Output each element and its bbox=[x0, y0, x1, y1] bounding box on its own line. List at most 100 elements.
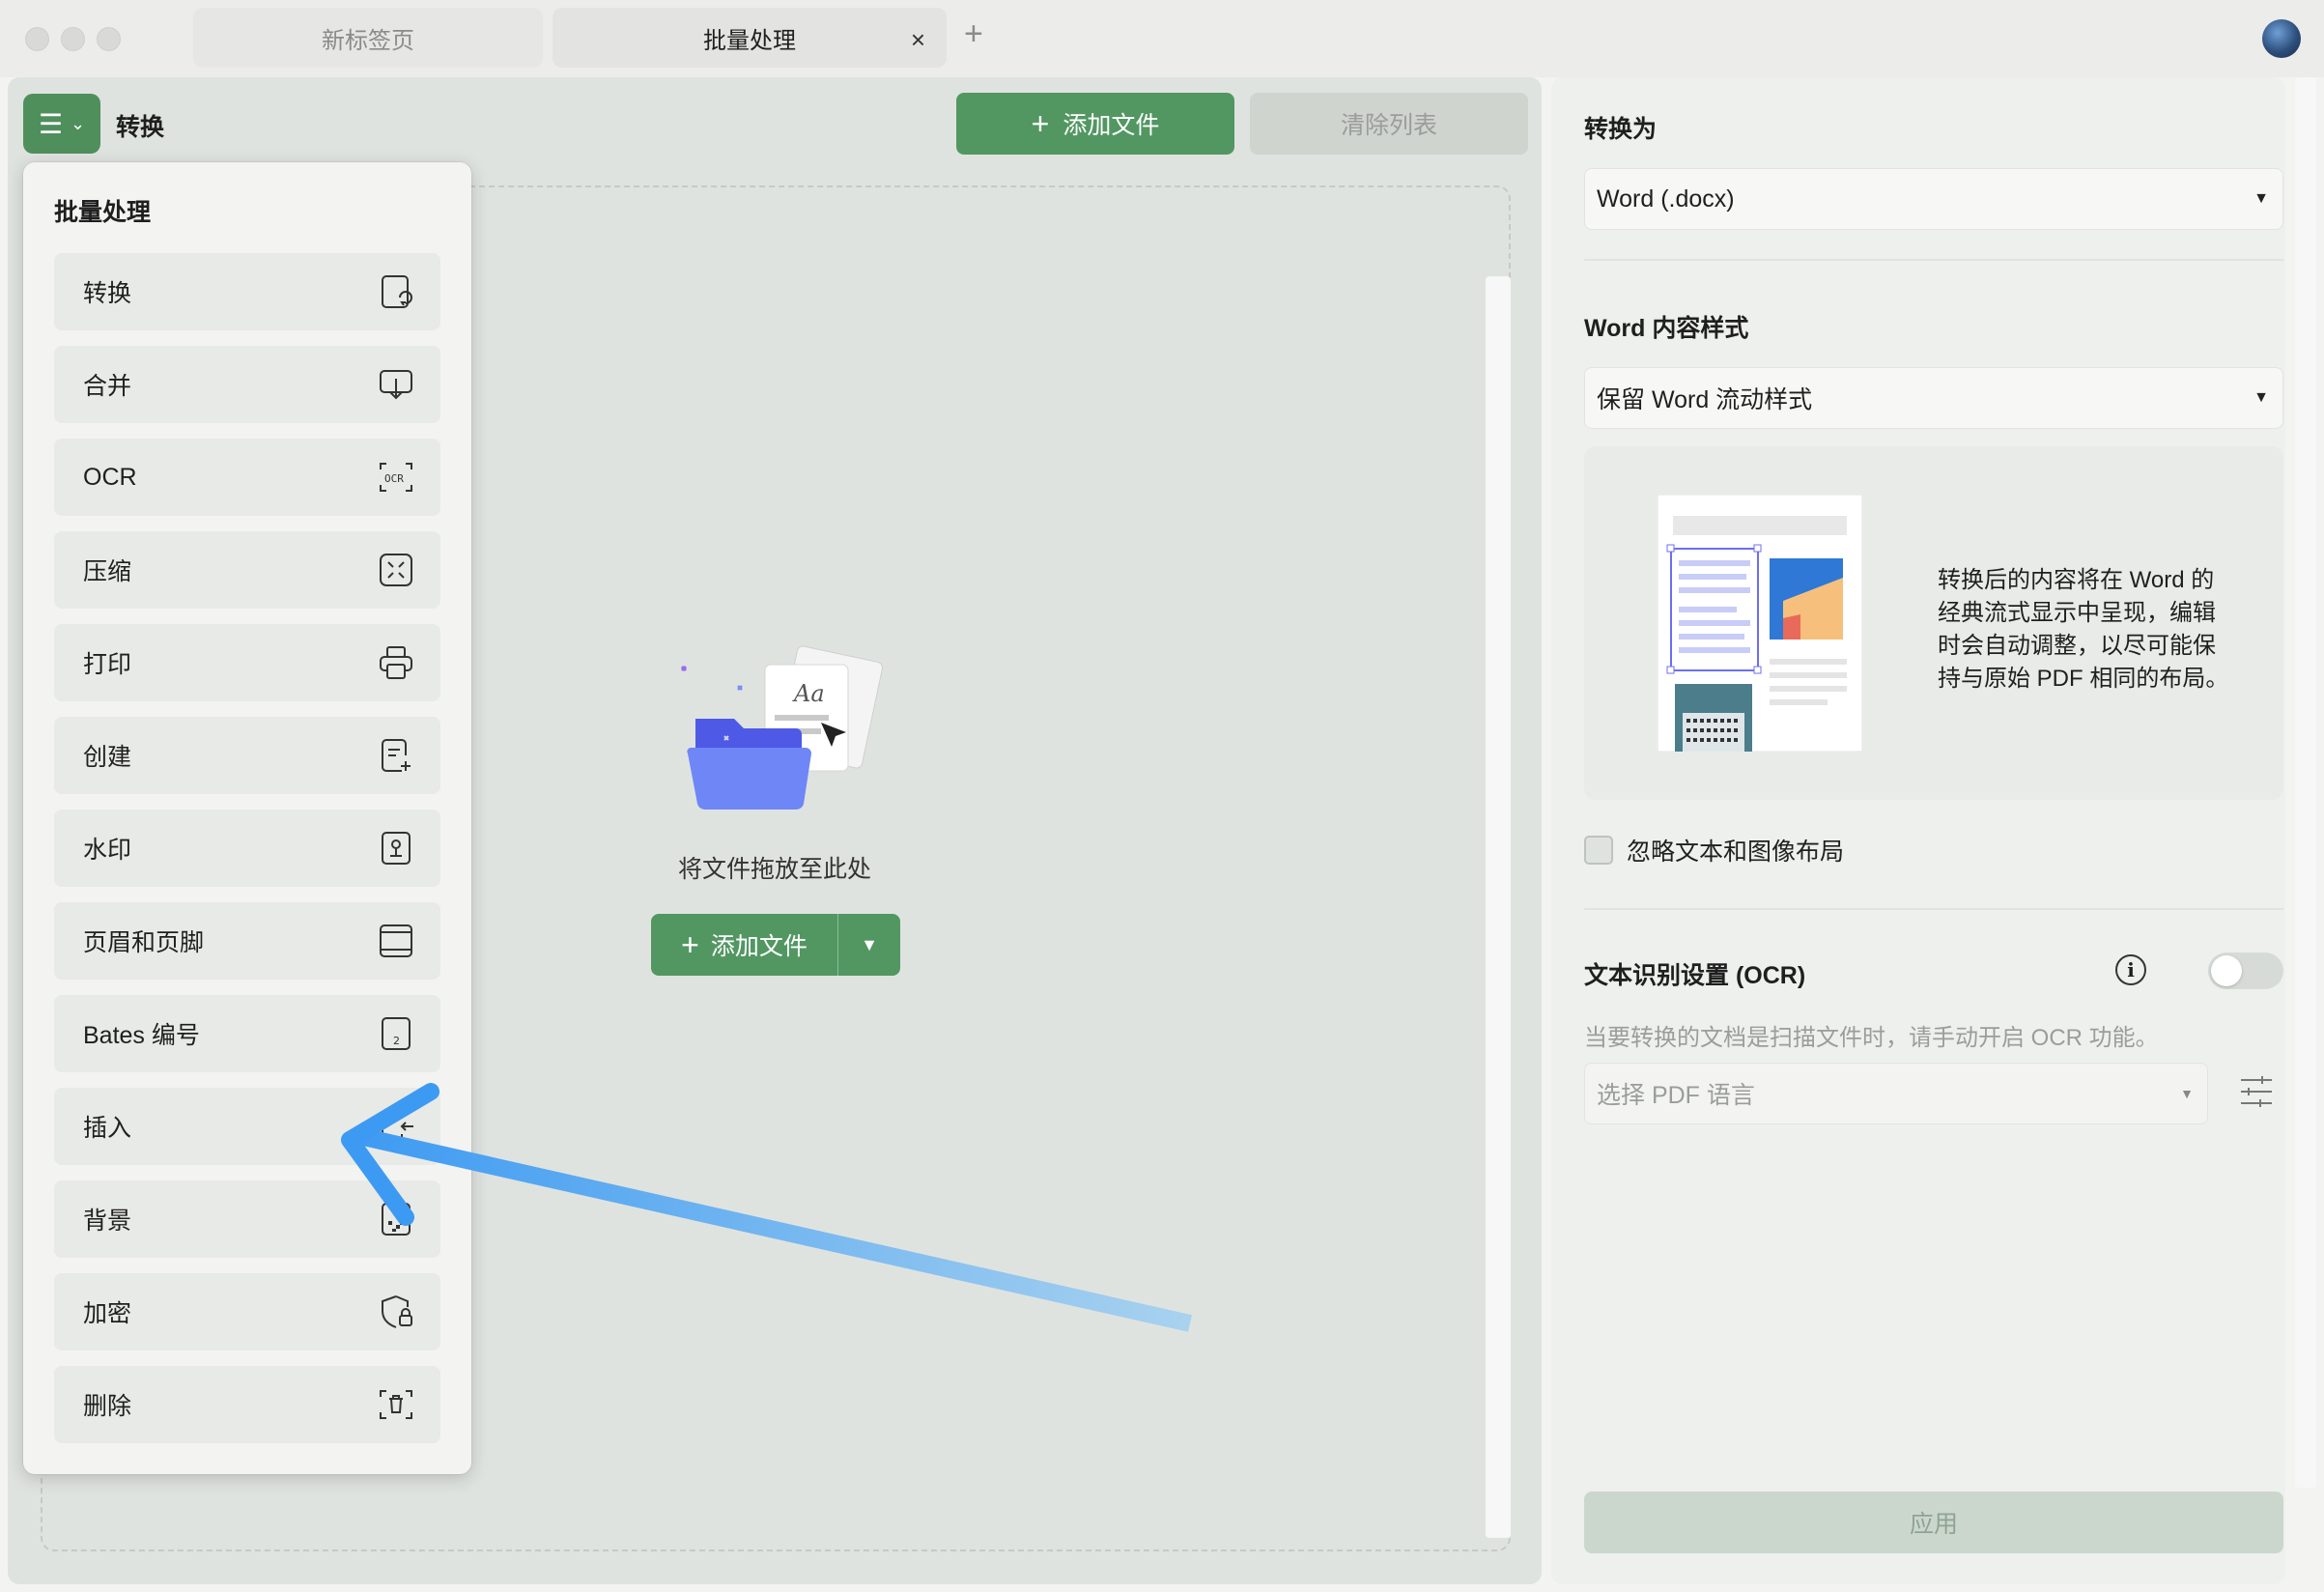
insert-icon bbox=[382, 1110, 413, 1143]
window-minimize-button[interactable] bbox=[61, 27, 85, 51]
convert-to-value: Word (.docx) bbox=[1597, 185, 1735, 213]
menu-item-create[interactable]: 创建 bbox=[54, 717, 440, 794]
menu-item-print[interactable]: 打印 bbox=[54, 624, 440, 701]
ignore-layout-option[interactable]: 忽略文本和图像布局 bbox=[1584, 833, 1844, 867]
add-file-label: 添加文件 bbox=[1063, 112, 1160, 139]
convert-to-label: 转换为 bbox=[1584, 116, 1658, 143]
tab-new-tab[interactable]: 新标签页 bbox=[193, 8, 543, 68]
menu-item-background[interactable]: 背景 bbox=[54, 1180, 440, 1258]
close-icon[interactable]: × bbox=[911, 25, 925, 55]
caret-down-icon: ▼ bbox=[2253, 389, 2269, 406]
title-bar: 新标签页 批量处理 × + bbox=[0, 0, 2324, 77]
add-file-dropdown-button[interactable]: ▼ bbox=[838, 935, 900, 955]
add-file-label: 添加文件 bbox=[710, 933, 808, 960]
ocr-settings-label: 文本识别设置 (OCR) bbox=[1584, 962, 1806, 989]
avatar[interactable] bbox=[2262, 19, 2301, 58]
layout-preview-description: 转换后的内容将在 Word 的经典流式显示中呈现，编辑时会自动调整，以尽可能保持… bbox=[1938, 567, 2229, 692]
merge-icon bbox=[380, 370, 412, 400]
add-file-main-button[interactable]: + 添加文件 bbox=[651, 914, 838, 976]
menu-heading: 批量处理 bbox=[54, 199, 152, 226]
window-close-button[interactable] bbox=[25, 27, 49, 51]
menu-item-label: 页眉和页脚 bbox=[83, 929, 205, 956]
word-style-value: 保留 Word 流动样式 bbox=[1597, 386, 1813, 413]
tab-label: 批量处理 bbox=[703, 27, 796, 54]
convert-icon bbox=[382, 275, 412, 308]
settings-panel bbox=[1551, 77, 2285, 1584]
encrypt-icon bbox=[382, 1295, 412, 1328]
menu-item-label: 插入 bbox=[83, 1115, 132, 1142]
menu-item-label: 水印 bbox=[83, 837, 132, 864]
menu-item-label: Bates 编号 bbox=[83, 1022, 200, 1049]
svg-text:Aa: Aa bbox=[792, 680, 825, 707]
menu-item-label: OCR bbox=[83, 463, 137, 491]
settings-scrollbar[interactable] bbox=[2295, 77, 2316, 1488]
caret-down-icon: ▼ bbox=[2180, 1086, 2194, 1101]
apply-button[interactable]: 应用 bbox=[1584, 1492, 2283, 1553]
menu-toggle-button[interactable]: ☰ ⌄ bbox=[23, 94, 100, 154]
menu-item-label: 压缩 bbox=[83, 558, 132, 585]
add-file-split-button[interactable]: + 添加文件 ▼ bbox=[651, 914, 900, 976]
plus-icon: + bbox=[681, 926, 699, 962]
ocr-toggle[interactable] bbox=[2208, 952, 2283, 989]
sliders-icon[interactable] bbox=[2239, 1074, 2274, 1109]
compress-icon bbox=[380, 554, 412, 586]
create-icon bbox=[382, 739, 411, 772]
menu-item-insert[interactable]: 插入 bbox=[54, 1088, 440, 1165]
toggle-knob bbox=[2211, 955, 2242, 986]
menu-item-label: 合并 bbox=[83, 373, 132, 400]
menu-item-header-footer[interactable]: 页眉和页脚 bbox=[54, 902, 440, 980]
menu-item-merge[interactable]: 合并 bbox=[54, 346, 440, 423]
pdf-language-select[interactable]: 选择 PDF 语言 ▼ bbox=[1584, 1063, 2208, 1124]
ignore-layout-label: 忽略文本和图像布局 bbox=[1627, 839, 1845, 866]
tab-label: 新标签页 bbox=[322, 27, 414, 54]
document-preview-icon bbox=[1658, 495, 1862, 752]
printer-icon bbox=[380, 646, 412, 679]
caret-down-icon: ▼ bbox=[861, 934, 878, 954]
pdf-language-placeholder: 选择 PDF 语言 bbox=[1597, 1082, 1755, 1109]
hamburger-icon: ☰ bbox=[38, 108, 63, 139]
word-style-label: Word 内容样式 bbox=[1584, 315, 1749, 342]
folder-illustration-icon: Aa bbox=[680, 645, 884, 810]
watermark-icon bbox=[382, 832, 411, 865]
header-footer-icon bbox=[380, 924, 412, 957]
page-title: 转换 bbox=[116, 114, 165, 141]
scrollbar[interactable] bbox=[1486, 276, 1511, 1538]
clear-list-button[interactable]: 清除列表 bbox=[1250, 93, 1528, 155]
batch-menu-panel: 批量处理 转换 合并 OCR OCR 压缩 打印 创建 水印 页眉和页脚 Bat… bbox=[23, 162, 471, 1474]
menu-item-watermark[interactable]: 水印 bbox=[54, 810, 440, 887]
menu-item-bates-number[interactable]: Bates 编号 2 bbox=[54, 995, 440, 1072]
divider bbox=[1584, 908, 2283, 910]
ignore-layout-checkbox[interactable] bbox=[1584, 836, 1613, 865]
menu-item-ocr[interactable]: OCR OCR bbox=[54, 439, 440, 516]
info-icon[interactable]: i bbox=[2115, 954, 2146, 985]
delete-icon bbox=[380, 1390, 412, 1419]
window-zoom-button[interactable] bbox=[97, 27, 121, 51]
bates-number-icon: 2 bbox=[382, 1017, 411, 1050]
tab-batch-processing[interactable]: 批量处理 × bbox=[553, 8, 947, 68]
menu-item-label: 加密 bbox=[83, 1300, 132, 1327]
add-tab-button[interactable]: + bbox=[964, 17, 983, 50]
svg-text:OCR: OCR bbox=[384, 472, 404, 485]
word-style-select[interactable]: 保留 Word 流动样式 ▼ bbox=[1584, 367, 2283, 429]
convert-to-select[interactable]: Word (.docx) ▼ bbox=[1584, 168, 2283, 230]
menu-item-encrypt[interactable]: 加密 bbox=[54, 1273, 440, 1350]
menu-item-label: 创建 bbox=[83, 744, 132, 771]
svg-text:2: 2 bbox=[393, 1035, 400, 1047]
menu-item-label: 删除 bbox=[83, 1393, 132, 1420]
menu-item-label: 打印 bbox=[83, 651, 132, 678]
clear-list-label: 清除列表 bbox=[1340, 112, 1437, 139]
apply-label: 应用 bbox=[1909, 1511, 1958, 1538]
menu-item-delete[interactable]: 删除 bbox=[54, 1366, 440, 1443]
caret-down-icon: ▼ bbox=[2253, 190, 2269, 207]
plus-icon: + bbox=[1031, 105, 1050, 141]
menu-item-label: 转换 bbox=[83, 280, 132, 307]
drop-zone-text: 将文件拖放至此处 bbox=[677, 856, 871, 883]
menu-item-label: 背景 bbox=[83, 1208, 132, 1235]
menu-item-compress[interactable]: 压缩 bbox=[54, 531, 440, 609]
ocr-icon: OCR bbox=[380, 463, 412, 492]
ocr-hint-text: 当要转换的文档是扫描文件时，请手动开启 OCR 功能。 bbox=[1584, 1025, 2159, 1051]
chevron-down-icon: ⌄ bbox=[71, 113, 86, 133]
menu-item-convert[interactable]: 转换 bbox=[54, 253, 440, 330]
background-icon bbox=[382, 1203, 411, 1236]
add-file-button[interactable]: + 添加文件 bbox=[956, 93, 1234, 155]
